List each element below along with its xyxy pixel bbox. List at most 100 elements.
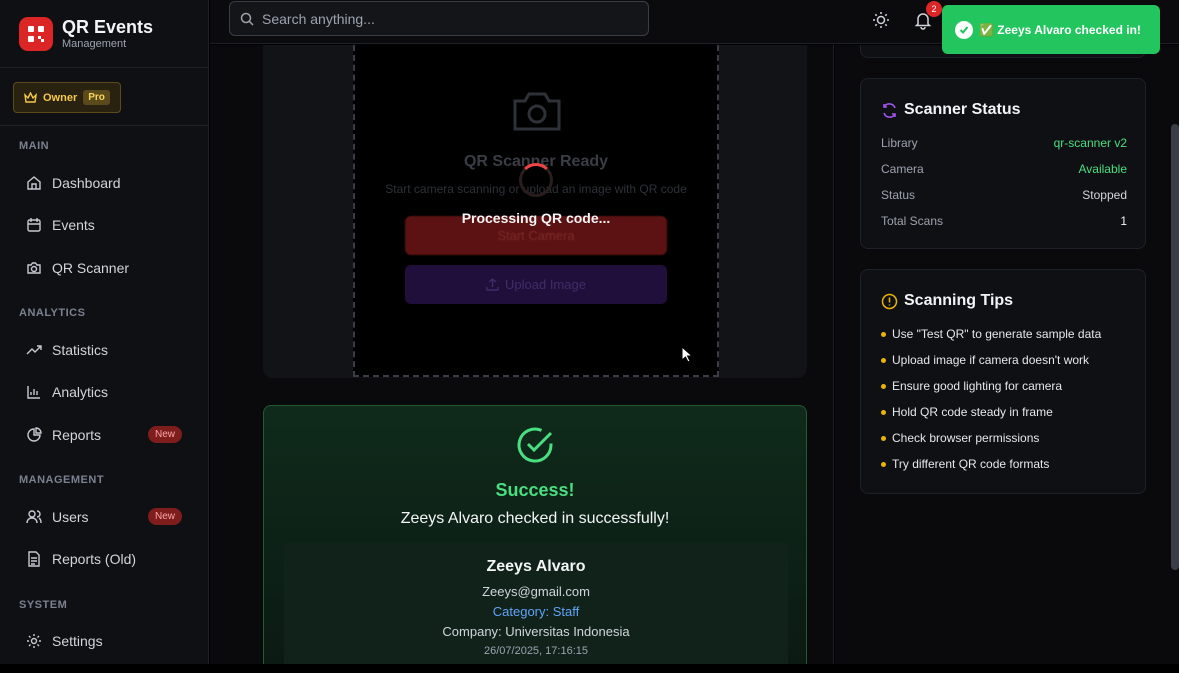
sidebar-item-label: Reports	[52, 427, 102, 443]
tip-text: Try different QR code formats	[892, 457, 1050, 471]
sidebar-item-dashboard[interactable]: Dashboard	[18, 166, 196, 200]
success-card: Success! Zeeys Alvaro checked in success…	[263, 405, 807, 673]
role-badge[interactable]: Owner Pro	[13, 82, 121, 113]
notification-count-badge: 2	[926, 1, 942, 17]
new-badge: New	[147, 508, 182, 525]
sidebar-item-users[interactable]: Users New	[18, 500, 196, 534]
status-row-library: Library qr-scanner v2	[881, 136, 1127, 150]
role-label: Owner	[43, 91, 78, 104]
status-row-status: Status Stopped	[881, 188, 1127, 202]
refresh-icon	[883, 102, 896, 118]
brand-subtitle: Management	[62, 37, 127, 50]
sidebar-item-label: Reports (Old)	[52, 551, 137, 567]
scanning-tips-label: Scanning Tips	[904, 292, 1014, 309]
scanning-tips-title: Scanning Tips	[881, 292, 1013, 310]
tip-item: Upload image if camera doesn't work	[881, 353, 1089, 367]
users-icon	[26, 510, 42, 524]
scanner-status-title: Scanner Status	[881, 101, 1020, 119]
checkin-timestamp: 26/07/2025, 17:16:15	[484, 645, 588, 657]
success-message: Zeeys Alvaro checked in successfully!	[400, 510, 670, 527]
sidebar-item-analytics[interactable]: Analytics	[18, 375, 196, 409]
tip-item: Use "Test QR" to generate sample data	[881, 327, 1101, 341]
tip-item: Try different QR code formats	[881, 457, 1049, 471]
scanner-status-panel: Scanner Status Library qr-scanner v2 Cam…	[860, 78, 1146, 249]
scanner-status-label: Scanner Status	[904, 101, 1021, 118]
bottom-strip	[0, 664, 1179, 673]
role-area: Owner Pro	[0, 68, 208, 126]
home-icon	[27, 176, 41, 190]
upload-image-button[interactable]: Upload Image	[405, 265, 667, 304]
sidebar-item-reports[interactable]: Reports New	[18, 418, 196, 452]
sidebar-item-label: Statistics	[52, 342, 109, 358]
attendee-email: Zeeys@gmail.com	[482, 584, 590, 599]
tip-item: Check browser permissions	[881, 431, 1039, 445]
sidebar-item-statistics[interactable]: Statistics	[18, 333, 196, 367]
bullet-icon	[881, 461, 886, 467]
bar-chart-icon	[27, 386, 40, 399]
check-circle-icon	[517, 427, 553, 463]
search-box[interactable]	[229, 1, 649, 36]
sidebar-item-events[interactable]: Events	[18, 208, 196, 242]
sidebar-item-label: Users	[52, 509, 89, 525]
status-label: Status	[881, 188, 916, 202]
alert-circle-icon	[881, 293, 898, 309]
check-icon	[955, 20, 973, 39]
sidebar-item-label: Settings	[52, 633, 103, 649]
pie-chart-icon	[27, 427, 42, 442]
section-system: SYSTEM	[19, 599, 68, 611]
toast-notification[interactable]: ✅ Zeeys Alvaro checked in!	[942, 5, 1160, 54]
sidebar-item-label: Events	[52, 217, 95, 233]
upload-icon	[486, 278, 499, 291]
new-badge: New	[147, 426, 182, 443]
sidebar-item-reports-old[interactable]: Reports (Old)	[18, 542, 196, 576]
upload-image-label: Upload Image	[505, 277, 586, 292]
sidebar: QR Events Management Owner Pro MAIN Dash…	[0, 0, 209, 664]
sidebar-item-qr-scanner[interactable]: QR Scanner	[18, 251, 196, 285]
status-label: Total Scans	[881, 214, 944, 228]
start-camera-label: Start Camera	[497, 228, 575, 243]
sidebar-item-label: QR Scanner	[52, 260, 130, 276]
scanning-tips-panel: Scanning Tips Use "Test QR" to generate …	[860, 269, 1146, 494]
camera-icon	[27, 262, 41, 274]
bullet-icon	[881, 331, 886, 337]
sun-icon[interactable]	[871, 10, 891, 30]
section-management: MANAGEMENT	[19, 474, 105, 486]
tip-item: Hold QR code steady in frame	[881, 405, 1053, 419]
brand[interactable]: QR Events Management	[0, 0, 208, 68]
search-icon	[240, 12, 254, 26]
status-row-total-scans: Total Scans 1	[881, 214, 1127, 228]
tip-text: Hold QR code steady in frame	[892, 405, 1053, 419]
section-main: MAIN	[19, 140, 50, 152]
bullet-icon	[881, 435, 886, 441]
trending-up-icon	[26, 345, 42, 355]
tip-text: Check browser permissions	[892, 431, 1040, 445]
tip-text: Upload image if camera doesn't work	[892, 353, 1090, 367]
search-input[interactable]	[262, 10, 622, 27]
status-label: Camera	[881, 162, 924, 176]
bullet-icon	[881, 409, 886, 415]
sidebar-item-settings[interactable]: Settings	[18, 624, 196, 658]
bullet-icon	[881, 357, 886, 363]
status-value: 1	[1120, 214, 1127, 228]
tip-text: Use "Test QR" to generate sample data	[892, 327, 1102, 341]
section-analytics: ANALYTICS	[19, 307, 86, 319]
calendar-icon	[27, 218, 41, 232]
status-value: Stopped	[1082, 188, 1127, 202]
attendee-category: Category: Staff	[492, 604, 580, 619]
mouse-cursor-icon	[681, 346, 693, 363]
main-content: QR Scanner Ready Start camera scanning o…	[210, 45, 834, 673]
camera-placeholder-icon	[513, 92, 561, 131]
attendee-company: Company: Universitas Indonesia	[442, 624, 630, 639]
attendee-card: Zeeys Alvaro Zeeys@gmail.com Category: S…	[284, 543, 788, 673]
bullet-icon	[881, 383, 886, 389]
sidebar-item-label: Dashboard	[52, 175, 121, 191]
success-title: Success!	[495, 480, 575, 500]
status-value: Available	[1078, 162, 1127, 176]
status-row-camera: Camera Available	[881, 162, 1127, 176]
status-value: qr-scanner v2	[1053, 136, 1127, 150]
scrollbar[interactable]	[1171, 124, 1179, 570]
toast-message: ✅ Zeeys Alvaro checked in!	[979, 22, 1141, 37]
crown-icon	[24, 92, 37, 103]
loading-spinner	[519, 163, 553, 197]
tip-item: Ensure good lighting for camera	[881, 379, 1062, 393]
